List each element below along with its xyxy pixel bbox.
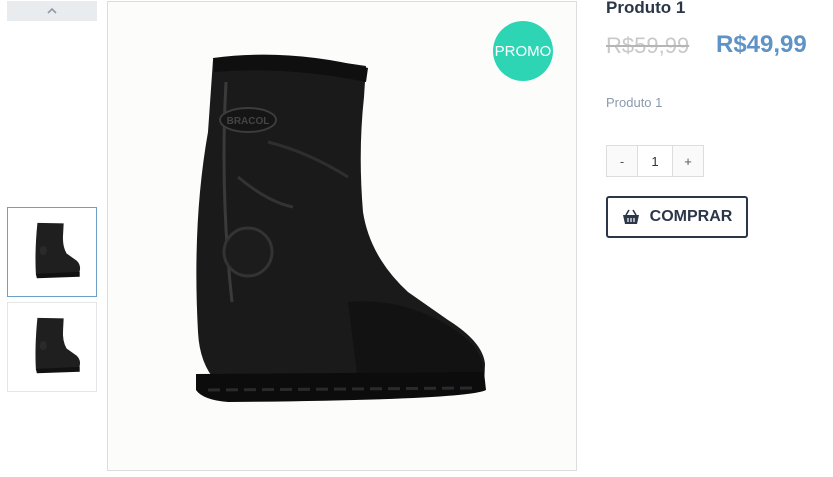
quantity-stepper: - + (606, 145, 704, 177)
promo-badge: PROMO (493, 21, 553, 81)
svg-text:BRACOL: BRACOL (227, 116, 270, 127)
current-price: R$49,99 (716, 31, 807, 58)
quantity-increase-button[interactable]: + (672, 146, 703, 176)
quantity-decrease-button[interactable]: - (607, 146, 638, 176)
thumbnail-1[interactable] (7, 207, 97, 297)
quantity-input[interactable] (638, 146, 672, 176)
basket-icon (622, 209, 640, 225)
buy-button[interactable]: COMPRAR (606, 196, 748, 238)
thumbnail-scroll-up-button[interactable] (7, 1, 97, 21)
boot-thumbnail-image (35, 317, 81, 374)
old-price: R$59,99 (606, 33, 690, 58)
boot-thumbnail-image (35, 222, 81, 279)
product-title: Produto 1 (606, 0, 686, 17)
thumbnail-2[interactable] (7, 302, 97, 392)
chevron-up-icon (47, 7, 57, 14)
product-description: Produto 1 (606, 95, 663, 110)
main-product-image[interactable]: BRACOL PROMO (107, 1, 577, 471)
buy-button-label: COMPRAR (649, 208, 733, 225)
